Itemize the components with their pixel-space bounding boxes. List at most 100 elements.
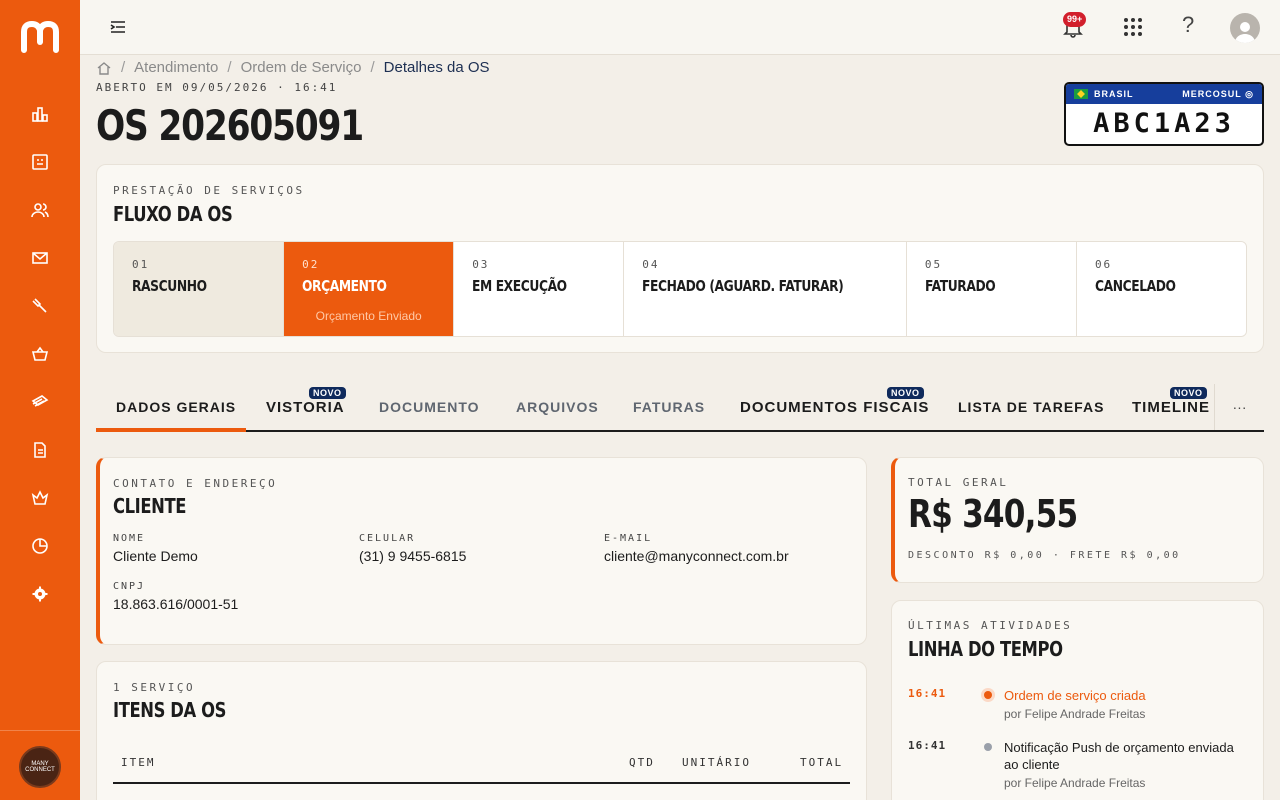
flow-steps: 01 RASCUNHO 02 ORÇAMENTO Orçamento Envia…: [113, 241, 1247, 337]
client-name: Cliente Demo: [113, 548, 198, 564]
menu-collapse-icon[interactable]: [108, 17, 128, 37]
document-icon[interactable]: [28, 438, 52, 462]
step-number: 05: [924, 258, 943, 271]
step-label: FATURADO: [924, 277, 996, 295]
breadcrumb-item-ordem-servico[interactable]: Ordem de Serviço: [241, 59, 362, 76]
new-badge: NOVO: [887, 387, 924, 399]
home-icon[interactable]: [96, 60, 112, 76]
client-phone-field: CELULAR (31) 9 9455-6815: [359, 533, 466, 564]
mail-icon[interactable]: [28, 246, 52, 270]
flow-title: FLUXO DA OS: [113, 202, 233, 226]
field-label: E-MAIL: [604, 533, 653, 544]
col-qtd: QTD: [629, 756, 655, 769]
many-logo-icon[interactable]: [20, 18, 60, 54]
notifications-badge: 99+: [1063, 12, 1087, 27]
event-time: 16:41: [908, 739, 947, 752]
tab-arquivos[interactable]: ARQUIVOS: [516, 384, 599, 430]
crown-basket-icon[interactable]: [28, 486, 52, 510]
tickets-icon[interactable]: [28, 390, 52, 414]
flow-step-orcamento[interactable]: 02 ORÇAMENTO Orçamento Enviado: [284, 242, 455, 336]
mercosul-emblem-icon: ◎: [1245, 88, 1254, 99]
flow-step-rascunho[interactable]: 01 RASCUNHO: [114, 242, 285, 336]
breadcrumb-item-atendimento[interactable]: Atendimento: [134, 59, 218, 76]
col-total: TOTAL: [800, 756, 844, 769]
client-phone: (31) 9 9455-6815: [359, 548, 467, 564]
dashboard-icon[interactable]: [28, 102, 52, 126]
items-table-header: ITEM QTD UNITÁRIO TOTAL: [113, 754, 850, 784]
basket-icon[interactable]: [28, 342, 52, 366]
apps-grid-icon[interactable]: [1123, 17, 1143, 37]
step-number: 01: [132, 258, 150, 271]
field-label: CNPJ: [113, 581, 146, 592]
event-dot-icon: [984, 743, 992, 751]
tab-lista-de-tarefas[interactable]: LISTA DE TAREFAS: [958, 384, 1104, 430]
license-plate: BRASIL MERCOSUL ◎ ABC1A23: [1064, 82, 1264, 146]
event-body: Ordem de serviço criada por Felipe Andra…: [1004, 687, 1234, 723]
topbar: 99+ ?: [80, 0, 1280, 55]
breadcrumb-separator: /: [370, 59, 375, 76]
step-number: 04: [642, 258, 660, 271]
breadcrumb-separator: /: [227, 59, 232, 76]
timeline-title: LINHA DO TEMPO: [908, 637, 1063, 661]
timeline-card: ÚLTIMAS ATIVIDADES LINHA DO TEMPO 16:41 …: [891, 600, 1264, 800]
settings-gear-icon[interactable]: [28, 582, 52, 606]
col-item: ITEM: [121, 756, 156, 769]
total-card: TOTAL GERAL R$ 340,55 DESCONTO R$ 0,00 ·…: [891, 457, 1264, 583]
items-card: 1 SERVIÇO ITENS DA OS ITEM QTD UNITÁRIO …: [96, 661, 867, 800]
new-badge: NOVO: [1170, 387, 1207, 399]
kanban-icon[interactable]: [28, 150, 52, 174]
breadcrumb-item-current: Detalhes da OS: [383, 59, 490, 76]
flow-step-cancelado[interactable]: 06 CANCELADO: [1076, 242, 1246, 336]
client-name-field: NOME Cliente Demo: [113, 533, 198, 564]
pie-chart-icon[interactable]: [28, 534, 52, 558]
client-title: CLIENTE: [113, 494, 187, 518]
col-unitario: UNITÁRIO: [682, 756, 751, 769]
more-tabs-button[interactable]: ···: [1214, 384, 1264, 430]
sidebar: MANY CONNECT: [0, 0, 80, 800]
plate-number: ABC1A23: [1093, 108, 1235, 139]
plate-country: BRASIL: [1094, 88, 1134, 99]
event-text: Ordem de serviço criada: [1004, 688, 1146, 703]
tab-documento[interactable]: DOCUMENTO: [379, 384, 480, 430]
flow-step-em-execucao[interactable]: 03 EM EXECUÇÃO: [454, 242, 625, 336]
total-eyebrow: TOTAL GERAL: [908, 476, 1009, 489]
sidebar-divider: [0, 730, 80, 731]
client-cnpj-field: CNPJ 18.863.616/0001-51: [113, 581, 238, 612]
client-cnpj: 18.863.616/0001-51: [113, 596, 239, 612]
help-icon[interactable]: ?: [1182, 12, 1194, 38]
breadcrumb-separator: /: [121, 59, 126, 76]
step-number: 03: [472, 258, 490, 271]
client-card: CONTATO E ENDEREÇO CLIENTE NOME Cliente …: [96, 457, 867, 645]
breadcrumb: / Atendimento / Ordem de Serviço / Detal…: [96, 59, 490, 76]
tab-bar: DADOS GERAIS VISTORIA NOVO DOCUMENTO ARQ…: [96, 384, 1264, 432]
tab-faturas[interactable]: FATURAS: [633, 384, 705, 430]
user-avatar-icon[interactable]: [1230, 13, 1260, 43]
field-label: NOME: [113, 533, 146, 544]
step-label: ORÇAMENTO: [302, 277, 387, 295]
opened-at: ABERTO EM 09/05/2026 · 16:41: [96, 81, 338, 94]
page-title: OS 202605091: [96, 101, 364, 150]
field-label: CELULAR: [359, 533, 416, 544]
tab-dados-gerais[interactable]: DADOS GERAIS: [116, 384, 236, 430]
flow-step-faturado[interactable]: 05 FATURADO: [906, 242, 1077, 336]
total-details: DESCONTO R$ 0,00 · FRETE R$ 0,00: [908, 550, 1181, 561]
event-text: Notificação Push de orçamento enviada ao…: [1004, 740, 1234, 772]
step-number: 06: [1094, 258, 1113, 271]
total-value: R$ 340,55: [908, 492, 1078, 536]
company-avatar[interactable]: MANY CONNECT: [19, 746, 61, 788]
flow-step-fechado[interactable]: 04 FECHADO (AGUARD. FATURAR): [624, 242, 907, 336]
event-dot-icon: [984, 691, 992, 699]
client-email-field: E-MAIL cliente@manyconnect.com.br: [604, 533, 789, 564]
step-number: 02: [302, 258, 320, 271]
step-label: CANCELADO: [1094, 277, 1176, 295]
items-eyebrow: 1 SERVIÇO: [113, 681, 196, 694]
customers-icon[interactable]: [28, 198, 52, 222]
event-author: por Felipe Andrade Freitas: [1004, 707, 1146, 721]
client-email: cliente@manyconnect.com.br: [604, 548, 789, 564]
plate-header: BRASIL MERCOSUL ◎: [1066, 84, 1262, 104]
client-eyebrow: CONTATO E ENDEREÇO: [113, 477, 278, 490]
items-title: ITENS DA OS: [113, 698, 227, 722]
wrench-icon[interactable]: [28, 294, 52, 318]
company-avatar-text: MANY CONNECT: [25, 761, 55, 773]
new-badge: NOVO: [309, 387, 346, 399]
